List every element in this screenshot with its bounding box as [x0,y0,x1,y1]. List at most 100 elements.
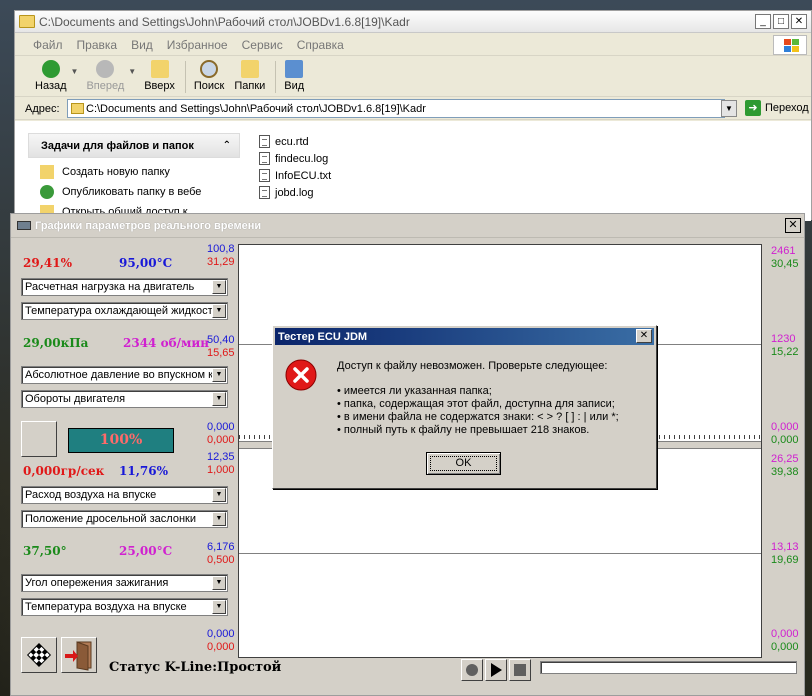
chevron-down-icon[interactable]: ▼ [212,368,226,382]
param-select-6-value: Положение дросельной заслонки [25,513,196,525]
intake-air-temp-value: 25,00°C [119,544,173,558]
back-arrow-icon [41,60,60,78]
menu-edit[interactable]: Правка [77,38,118,52]
search-button[interactable]: Поиск [194,57,224,92]
file-icon [259,186,270,199]
param-select-8[interactable]: Температура воздуха на впуске ▼ [21,598,228,616]
chevron-down-icon[interactable]: ▼ [71,67,79,76]
menu-tools[interactable]: Сервис [242,38,283,52]
chevron-down-icon[interactable]: ▼ [212,600,226,614]
stop-button[interactable] [509,659,531,681]
explorer-window: C:\Documents and Settings\John\Рабочий с… [14,10,812,221]
explorer-titlebar[interactable]: C:\Documents and Settings\John\Рабочий с… [15,11,811,33]
collapse-icon[interactable]: ⌃ [223,140,231,151]
ok-button[interactable]: OK [426,452,501,475]
maximize-button[interactable]: □ [773,14,789,29]
chevron-down-icon[interactable]: ▼ [128,67,136,76]
play-button[interactable] [485,659,507,681]
playback-track[interactable] [540,661,797,674]
param-select-2[interactable]: Температура охлаждающей жидкости ▼ [21,302,228,320]
chevron-down-icon[interactable]: ▼ [212,488,226,502]
checkered-flag-button[interactable] [21,637,57,673]
scale-left-bot2-red: 0,000 [207,641,235,653]
scale-left-top2-blue: 12,35 [207,451,235,463]
task-publish-web[interactable]: Опубликовать папку в вебе [28,182,240,202]
search-label: Поиск [193,80,225,92]
file-name: InfoECU.txt [275,169,332,182]
address-label: Адрес: [25,102,60,115]
address-input[interactable]: C:\Documents and Settings\John\Рабочий с… [67,99,725,118]
dialog-title: Тестер ECU JDM [278,330,368,343]
app-icon [17,221,31,230]
plot-midline-2 [239,553,761,554]
rt-close-button[interactable]: ✕ [785,218,801,233]
scale-right-mid1-magenta: 1230 [771,333,796,345]
folder-up-icon [150,60,169,78]
forward-label: Вперед [86,80,125,92]
record-button[interactable] [461,659,483,681]
chevron-down-icon[interactable]: ▼ [212,512,226,526]
scale-left-mid2-blue: 6,176 [207,541,235,553]
chevron-down-icon[interactable]: ▼ [212,392,226,406]
menu-file[interactable]: Файл [33,38,63,52]
dialog-message: Доступ к файлу невозможен. Проверьте сле… [337,360,649,437]
file-item[interactable]: jobd.log [259,184,331,201]
file-icon [259,152,270,165]
param-select-7[interactable]: Угол опережения зажигания ▼ [21,574,228,592]
menu-favorites[interactable]: Избранное [167,38,228,52]
minimize-button[interactable]: _ [755,14,771,29]
scale-right-bot2-magenta: 0,000 [771,628,799,640]
up-button[interactable]: Вверх [144,57,175,92]
dialog-bullet: • полный путь к файлу не превышает 218 з… [337,424,590,436]
view-button[interactable]: Вид [284,57,304,92]
menu-help[interactable]: Справка [297,38,344,52]
square-button[interactable] [21,421,57,457]
rt-titlebar[interactable]: Графики параметров реального времени ✕ [11,214,804,238]
chevron-down-icon[interactable]: ▼ [212,576,226,590]
dialog-bullet: • в имени файла не содержатся знаки: < >… [337,411,619,423]
task-new-folder[interactable]: Создать новую папку [28,162,240,182]
param-select-5[interactable]: Расход воздуха на впуске ▼ [21,486,228,504]
error-icon [285,359,317,391]
focus-rect [430,456,497,471]
record-icon [466,664,478,676]
scale-right-bot1-green: 0,000 [771,434,799,446]
dialog-titlebar[interactable]: Тестер ECU JDM ✕ [275,328,654,345]
scale-left-mid2-red: 0,500 [207,554,235,566]
load-value: 29,41% [23,256,72,270]
chevron-down-icon[interactable]: ▼ [212,280,226,294]
file-item[interactable]: InfoECU.txt [259,167,331,184]
scale-right-bot1-magenta: 0,000 [771,421,799,433]
address-dropdown-button[interactable]: ▼ [721,100,737,117]
file-name: jobd.log [275,186,314,199]
rpm-value: 2344 об/мин [123,336,210,350]
param-select-1[interactable]: Расчетная нагрузка на двигатель ▼ [21,278,228,296]
scale-right-top2-magenta: 26,25 [771,453,799,465]
exit-button[interactable] [61,637,97,673]
param-select-4-value: Обороты двигателя [25,393,126,405]
file-item[interactable]: ecu.rtd [259,133,331,150]
coolant-temp-value: 95,00°C [119,256,173,270]
back-label: Назад [35,80,67,92]
dialog-close-button[interactable]: ✕ [636,329,652,343]
file-item[interactable]: findecu.log [259,150,331,167]
rt-title: Графики параметров реального времени [35,219,262,232]
folders-button[interactable]: Папки [234,57,265,92]
param-select-4[interactable]: Обороты двигателя ▼ [21,390,228,408]
param-select-6[interactable]: Положение дросельной заслонки ▼ [21,510,228,528]
go-button[interactable]: ➜ Переход [745,100,809,116]
close-button[interactable]: ✕ [791,14,807,29]
menu-view[interactable]: Вид [131,38,153,52]
scale-left-top-red: 31,29 [207,256,235,268]
go-arrow-icon: ➜ [745,100,761,116]
back-button[interactable]: Назад [35,57,67,92]
view-grid-icon [285,60,304,78]
chevron-down-icon[interactable]: ▼ [212,304,226,318]
param-select-3[interactable]: Абсолютное давление во впускном к ▼ [21,366,228,384]
param-select-5-value: Расход воздуха на впуске [25,489,157,501]
scale-right-bot2-green: 0,000 [771,641,799,653]
dialog-headline: Доступ к файлу невозможен. Проверьте сле… [337,360,608,372]
forward-button[interactable]: Вперед [86,57,124,92]
toolbar-divider [184,61,186,93]
tasks-header[interactable]: Задачи для файлов и папок ⌃ [28,133,240,158]
